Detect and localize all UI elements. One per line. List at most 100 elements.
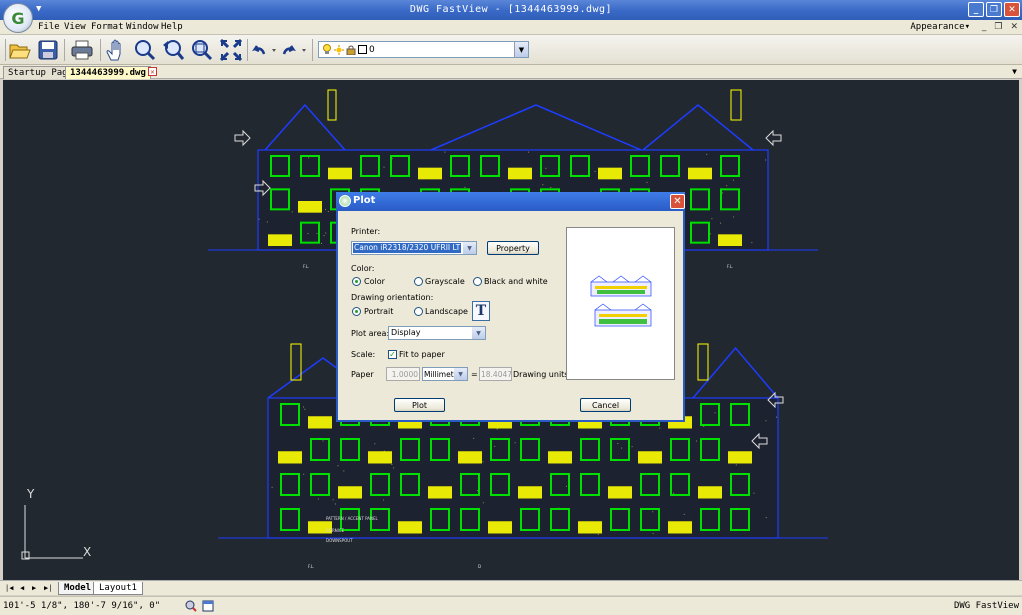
tab-list-arrow-icon[interactable]: ▼ xyxy=(1012,67,1017,76)
radio-color[interactable] xyxy=(352,277,361,286)
fit-to-paper-checkbox[interactable]: ✓ xyxy=(388,350,397,359)
plot-button[interactable]: Plot xyxy=(394,398,445,412)
upper-building-texture xyxy=(384,167,385,168)
zoom-previous-icon xyxy=(162,39,184,61)
menu-help[interactable]: Help xyxy=(161,22,183,32)
tab-layout1[interactable]: Layout1 xyxy=(93,582,143,595)
appearance-menu[interactable]: Appearance▾ xyxy=(910,22,970,32)
drawing-units-input[interactable]: 18.4047 xyxy=(479,367,512,381)
zoom-button[interactable] xyxy=(133,38,157,62)
lower-building-balcony xyxy=(548,451,572,463)
plot-area-select[interactable]: Display ▼ xyxy=(388,326,486,340)
save-icon xyxy=(38,40,58,60)
print-button[interactable] xyxy=(70,38,94,62)
lower-building-texture xyxy=(333,499,334,500)
redo-icon xyxy=(282,43,308,57)
close-button[interactable]: ✕ xyxy=(1004,2,1020,17)
upper-building-texture xyxy=(308,157,309,158)
layout-tabs: |◀ ◀ ▶ ▶| Model Layout1 xyxy=(0,580,1022,595)
lower-building-texture xyxy=(515,442,516,443)
chimney xyxy=(328,90,336,120)
tab-close-icon[interactable]: ✕ xyxy=(148,67,157,76)
zoom-window-button[interactable] xyxy=(190,38,214,62)
lower-building-balcony xyxy=(368,451,392,463)
lower-building-texture xyxy=(483,461,484,462)
upper-building-texture xyxy=(464,187,465,188)
zoom-icon xyxy=(134,39,156,61)
redo-button[interactable] xyxy=(281,38,309,62)
open-button[interactable] xyxy=(8,38,32,62)
lower-building-texture xyxy=(483,502,484,503)
next-layout-icon[interactable]: ▶ xyxy=(32,584,36,592)
lower-building-texture xyxy=(715,412,716,413)
menu-view[interactable]: View xyxy=(64,22,86,32)
layer-name: 0 xyxy=(369,45,375,55)
radio-landscape[interactable] xyxy=(414,307,423,316)
app-logo-button[interactable]: G xyxy=(3,3,33,33)
dialog-title: Plot xyxy=(353,195,375,206)
cancel-button[interactable]: Cancel xyxy=(580,398,631,412)
printer-select[interactable]: Canon iR2318/2320 UFRII LT ▼ xyxy=(351,241,477,255)
lower-building-texture xyxy=(343,470,344,471)
paper-value-input[interactable]: 1.0000 xyxy=(386,367,420,381)
lower-building-texture xyxy=(477,490,478,491)
last-layout-icon[interactable]: ▶| xyxy=(44,584,52,592)
radio-portrait[interactable] xyxy=(352,307,361,316)
zoom-previous-button[interactable] xyxy=(161,38,185,62)
upper-building-texture xyxy=(444,152,445,153)
radio-grayscale[interactable] xyxy=(414,277,423,286)
tab-model[interactable]: Model xyxy=(58,582,97,595)
window-status-icon[interactable] xyxy=(202,600,214,612)
radio-black-and-white[interactable] xyxy=(473,277,482,286)
property-button[interactable]: Property xyxy=(487,241,539,255)
tab-active-drawing[interactable]: 1344463999.dwg xyxy=(65,66,151,79)
mdi-close-button[interactable]: ✕ xyxy=(1010,22,1018,32)
orientation-preview-icon: T xyxy=(472,301,490,321)
layer-dropdown-arrow-icon[interactable]: ▼ xyxy=(514,42,528,57)
unit-select[interactable]: Millimeter ▼ xyxy=(422,367,468,381)
prev-layout-icon[interactable]: ◀ xyxy=(20,584,24,592)
undo-button[interactable] xyxy=(251,38,279,62)
menu-file[interactable]: File xyxy=(38,22,60,32)
save-button[interactable] xyxy=(36,38,60,62)
restore-button[interactable]: ❐ xyxy=(986,2,1002,17)
lower-building-texture xyxy=(632,446,633,447)
lower-building-balcony xyxy=(638,451,662,463)
zoom-extents-button[interactable] xyxy=(219,38,243,62)
chevron-down-icon[interactable]: ▼ xyxy=(454,368,467,380)
minimize-button[interactable]: _ xyxy=(968,2,984,17)
plot-preview-drawing xyxy=(567,228,674,379)
radio-black-and-white-label: Black and white xyxy=(484,277,548,286)
dialog-title-bar: Plot ✕ xyxy=(336,192,685,211)
pan-button[interactable] xyxy=(104,38,128,62)
mdi-restore-button[interactable]: ❐ xyxy=(994,22,1002,32)
app-logo-icon: G xyxy=(11,9,24,28)
lower-building-balcony xyxy=(668,521,692,533)
lower-building-balcony xyxy=(458,451,482,463)
upper-building-texture xyxy=(751,242,752,243)
upper-building-balcony xyxy=(268,234,292,246)
menu-window[interactable]: Window xyxy=(126,22,159,32)
chevron-down-icon[interactable]: ▼ xyxy=(472,327,485,339)
lower-building-texture xyxy=(383,499,384,500)
quick-access-arrow-icon[interactable]: ▼ xyxy=(36,4,41,14)
dialog-close-button[interactable]: ✕ xyxy=(670,194,685,209)
upper-building-texture xyxy=(292,211,293,212)
chevron-down-icon[interactable]: ▼ xyxy=(463,242,476,254)
upper-building-texture xyxy=(706,154,707,155)
radio-grayscale-label: Grayscale xyxy=(425,277,465,286)
fit-to-paper-label: Fit to paper xyxy=(399,350,445,359)
menu-format[interactable]: Format xyxy=(91,22,124,32)
plot-area-label: Plot area: xyxy=(351,329,389,338)
section-arrow-icon xyxy=(766,131,781,145)
first-layout-icon[interactable]: |◀ xyxy=(5,584,13,592)
color-label: Color: xyxy=(351,264,374,273)
layer-combo[interactable]: 0 ▼ xyxy=(318,41,529,58)
search-status-icon[interactable] xyxy=(185,600,197,612)
upper-building-texture xyxy=(726,185,727,186)
mdi-minimize-button[interactable]: _ xyxy=(982,22,987,32)
orientation-label: Drawing orientation: xyxy=(351,293,433,302)
scale-label: Scale: xyxy=(351,350,375,359)
layer-bulb-icon xyxy=(322,44,332,55)
upper-building-texture xyxy=(595,171,596,172)
